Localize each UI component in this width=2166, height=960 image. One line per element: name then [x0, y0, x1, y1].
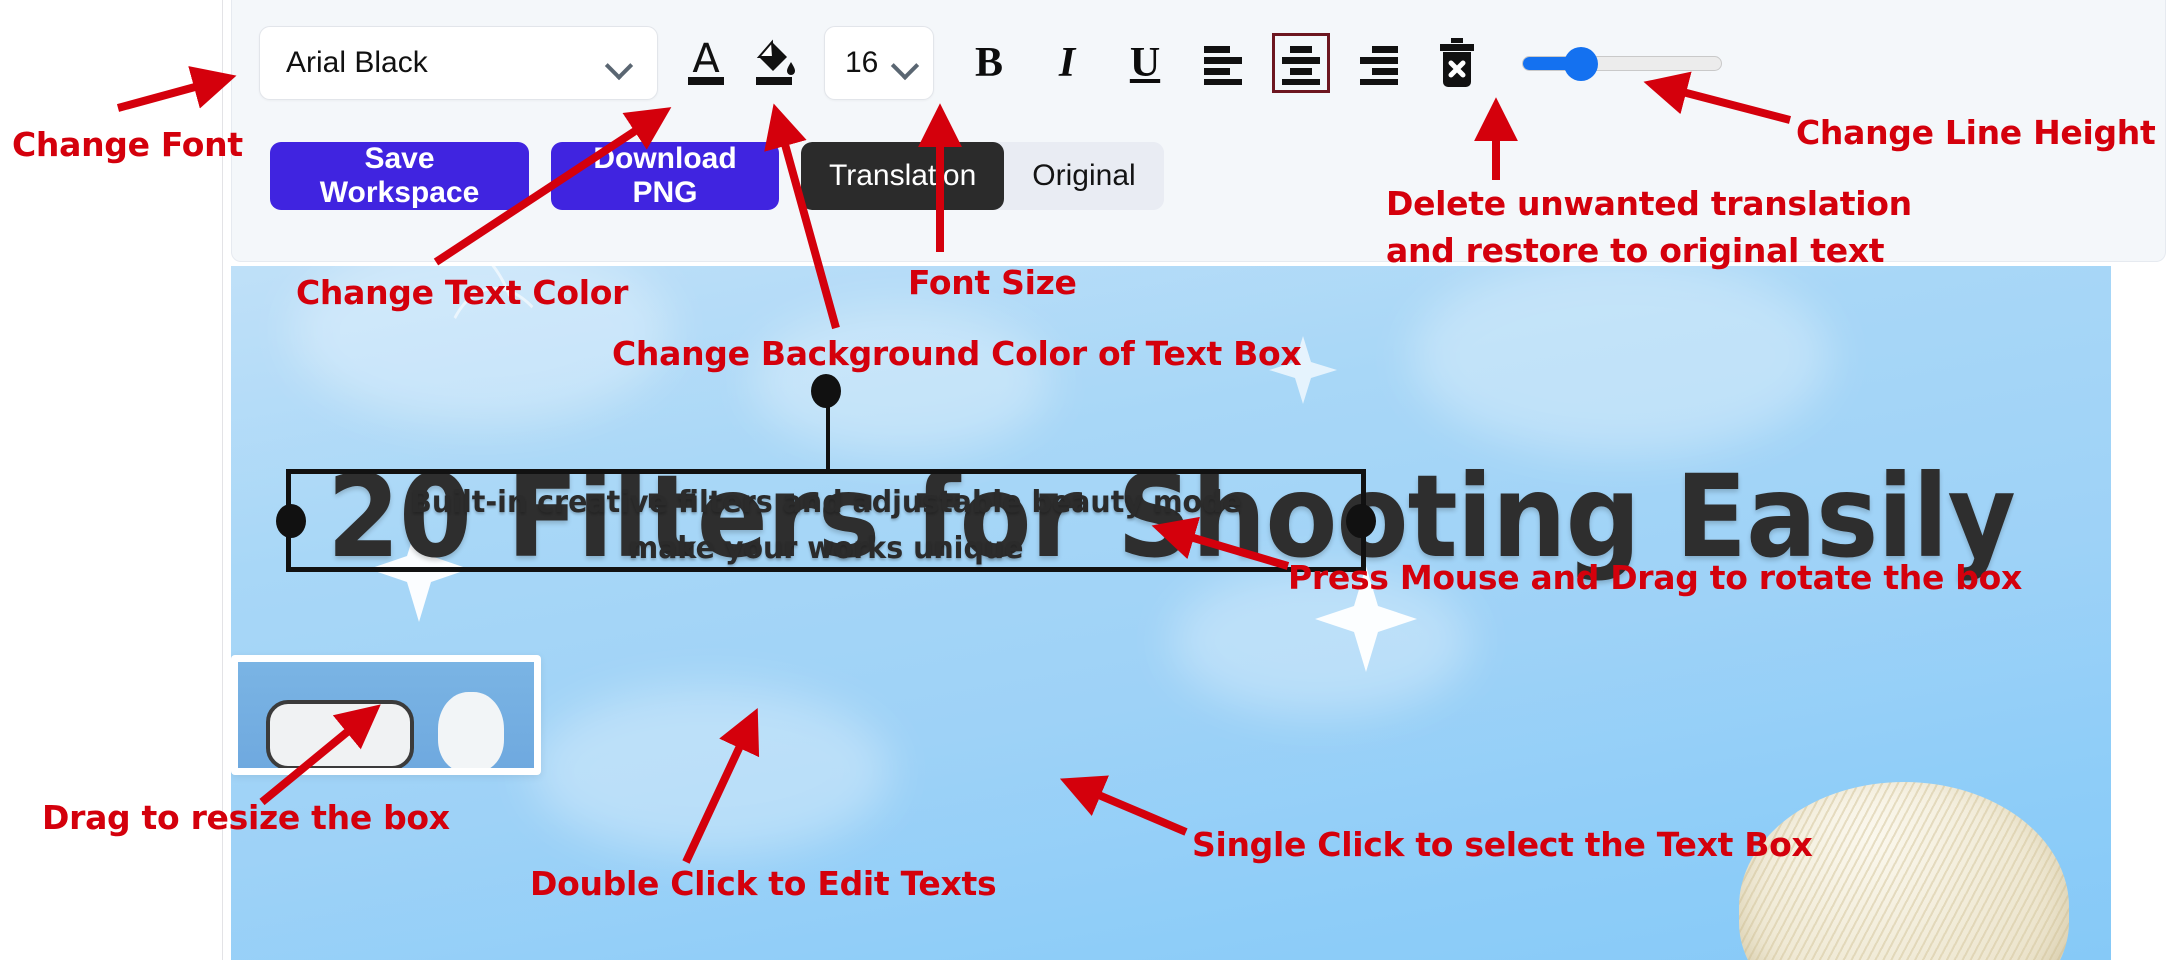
tab-translation[interactable]: Translation: [801, 142, 1005, 210]
text-style-group: B I U: [960, 33, 1486, 93]
text-color-icon: A: [688, 36, 724, 85]
cloud-decoration: [1411, 266, 1831, 456]
cloud-decoration: [751, 306, 1051, 456]
text-box-line-1: Built-in creative filters and adjustable…: [410, 485, 1242, 520]
annotation-resize-box: Drag to resize the box: [42, 798, 450, 837]
toolbar-actions-row: Save Workspace Download PNG Translation …: [270, 142, 1164, 210]
rotate-handle[interactable]: [811, 374, 841, 408]
chevron-down-icon-size: [893, 56, 919, 71]
chevron-down-icon: [607, 56, 633, 71]
bold-button[interactable]: B: [960, 33, 1018, 93]
annotation-delete-line-2: and restore to original text: [1386, 231, 1885, 270]
resize-handle-right[interactable]: [1346, 503, 1376, 538]
annotation-change-background-color: Change Background Color of Text Box: [612, 334, 1302, 373]
thumbnail-image: [238, 662, 534, 768]
bold-icon: B: [974, 40, 1003, 86]
italic-icon: I: [1058, 40, 1076, 86]
selected-text-box[interactable]: Built-in creative filters and adjustable…: [276, 374, 1376, 572]
font-family-value: Arial Black: [286, 46, 428, 79]
align-right-button[interactable]: [1350, 33, 1408, 93]
view-mode-segmented-control: Translation Original: [801, 142, 1164, 210]
font-family-select[interactable]: Arial Black: [259, 26, 658, 100]
color-tools-group: A: [676, 32, 804, 94]
text-color-button[interactable]: A: [676, 32, 736, 94]
align-right-icon: [1360, 46, 1398, 85]
annotation-select-text-box: Single Click to select the Text Box: [1192, 825, 1813, 864]
annotation-change-font: Change Font: [12, 125, 243, 164]
annotation-change-text-color: Change Text Color: [296, 273, 629, 312]
fill-color-button[interactable]: [744, 32, 804, 94]
toolbar-formatting-row: Arial Black A 16 B I U: [259, 26, 1722, 100]
resize-handle-left[interactable]: [276, 503, 306, 538]
annotation-change-line-height: Change Line Height: [1796, 113, 2156, 152]
thumbnail-pill-shape: [266, 700, 414, 768]
line-height-slider[interactable]: [1522, 43, 1722, 83]
thumbnail-blob-shape: [438, 692, 504, 768]
align-center-button[interactable]: [1272, 33, 1330, 93]
font-size-value: 16: [845, 46, 879, 79]
thumbnail-photo-card[interactable]: [231, 655, 541, 775]
slider-thumb[interactable]: [1564, 47, 1598, 81]
delete-translation-button[interactable]: [1428, 33, 1486, 93]
svg-text:A: A: [692, 36, 720, 82]
straw-hat-image: [1739, 782, 2069, 960]
save-workspace-button[interactable]: Save Workspace: [270, 142, 529, 210]
cloud-decoration: [531, 686, 891, 856]
align-left-button[interactable]: [1194, 33, 1252, 93]
annotation-font-size: Font Size: [908, 263, 1077, 302]
text-box-line-2: make your works unique: [628, 531, 1024, 566]
app-root: Arial Black A 16 B I U Save Workspace Do…: [0, 0, 2166, 960]
tab-original[interactable]: Original: [1004, 142, 1164, 210]
annotation-edit-texts: Double Click to Edit Texts: [530, 864, 997, 903]
font-size-select[interactable]: 16: [824, 26, 934, 100]
align-center-icon: [1282, 46, 1320, 85]
underline-icon: U: [1129, 40, 1161, 86]
trash-x-icon: [1440, 38, 1474, 87]
annotation-delete-line-1: Delete unwanted translation: [1386, 184, 1912, 223]
italic-button[interactable]: I: [1038, 33, 1096, 93]
underline-button[interactable]: U: [1116, 33, 1174, 93]
align-left-icon: [1204, 46, 1242, 85]
arrow-change-font: [116, 66, 237, 112]
download-png-button[interactable]: Download PNG: [551, 142, 779, 210]
annotation-rotate-box: Press Mouse and Drag to rotate the box: [1288, 558, 2022, 597]
fill-bucket-icon: [756, 39, 795, 85]
